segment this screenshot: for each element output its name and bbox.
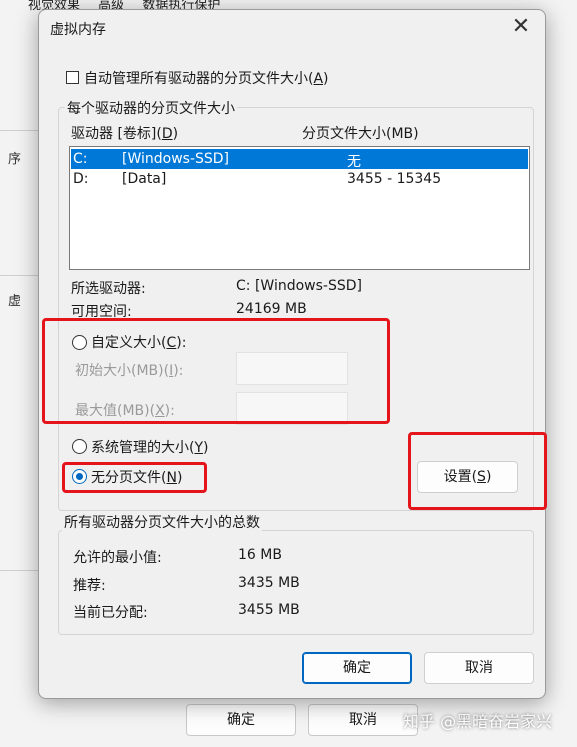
drive-row-c[interactable]: C: [Windows-SSD] 无 [71, 149, 528, 170]
selected-drive-value: C: [Windows-SSD] [236, 278, 362, 294]
max-size-label: 最大值(MB)(X): [75, 403, 175, 419]
auto-manage-label[interactable]: 自动管理所有驱动器的分页文件大小(A) [84, 68, 329, 88]
initial-size-input[interactable] [236, 352, 348, 385]
drive-letter: C: [73, 151, 88, 167]
no-paging-file-radio[interactable] [72, 469, 87, 484]
drive-volume-label: [Data] [122, 171, 167, 187]
drive-list[interactable]: C: [Windows-SSD] 无 D: [Data] 3455 - 1534… [69, 146, 530, 270]
close-button[interactable]: ✕ [507, 14, 535, 42]
bg-cancel-button[interactable]: 取消 [308, 704, 418, 736]
free-space-value: 24169 MB [236, 301, 307, 317]
drive-row-d[interactable]: D: [Data] 3455 - 15345 [71, 169, 528, 189]
watermark: 知乎 @黑暗奋岩家兴 [403, 712, 553, 731]
drive-page-size: 无 [347, 154, 361, 170]
cancel-button[interactable]: 取消 [424, 652, 534, 684]
set-button[interactable]: 设置(S) [417, 461, 518, 493]
dialog-title: 虚拟内存 [50, 22, 106, 38]
drive-page-size: 3455 - 15345 [347, 171, 442, 187]
bg-divider [0, 130, 38, 131]
ok-button[interactable]: 确定 [302, 652, 412, 684]
drive-letter: D: [73, 171, 89, 187]
custom-size-radio[interactable] [72, 335, 87, 350]
column-header-drive: 驱动器 [卷标](D) [71, 126, 179, 142]
initial-size-label: 初始大小(MB)(I): [75, 363, 184, 379]
currently-allocated-value: 3455 MB [238, 602, 300, 618]
bg-fragment: 虚 [8, 294, 22, 309]
virtual-memory-dialog: 虚拟内存 ✕ 自动管理所有驱动器的分页文件大小(A) 每个驱动器的分页文件大小 … [38, 9, 546, 699]
title-bar[interactable]: 虚拟内存 ✕ [39, 10, 545, 44]
close-icon: ✕ [511, 14, 531, 39]
bg-divider [0, 275, 38, 276]
recommended-value: 3435 MB [238, 575, 300, 591]
free-space-label: 可用空间: [71, 304, 132, 320]
selected-drive-label: 所选驱动器: [71, 281, 146, 297]
per-drive-group-title: 每个驱动器的分页文件大小 [65, 98, 237, 118]
bg-ok-button[interactable]: 确定 [186, 704, 296, 736]
totals-group-title: 所有驱动器分页文件大小的总数 [62, 512, 262, 532]
currently-allocated-label: 当前已分配: [73, 605, 148, 621]
recommended-label: 推荐: [73, 578, 106, 594]
min-allowed-value: 16 MB [238, 547, 282, 563]
max-size-input[interactable] [236, 392, 348, 425]
auto-manage-checkbox[interactable] [66, 71, 79, 84]
custom-size-label[interactable]: 自定义大小(C): [91, 332, 186, 352]
system-managed-label[interactable]: 系统管理的大小(Y) [91, 437, 209, 457]
drive-volume-label: [Windows-SSD] [122, 151, 230, 167]
bg-fragment: 序 [8, 152, 22, 167]
min-allowed-label: 允许的最小值: [73, 550, 162, 566]
system-managed-radio[interactable] [72, 439, 87, 454]
bg-divider [0, 570, 38, 571]
no-paging-file-label[interactable]: 无分页文件(N) [91, 467, 182, 487]
column-header-size: 分页文件大小(MB) [302, 126, 419, 142]
